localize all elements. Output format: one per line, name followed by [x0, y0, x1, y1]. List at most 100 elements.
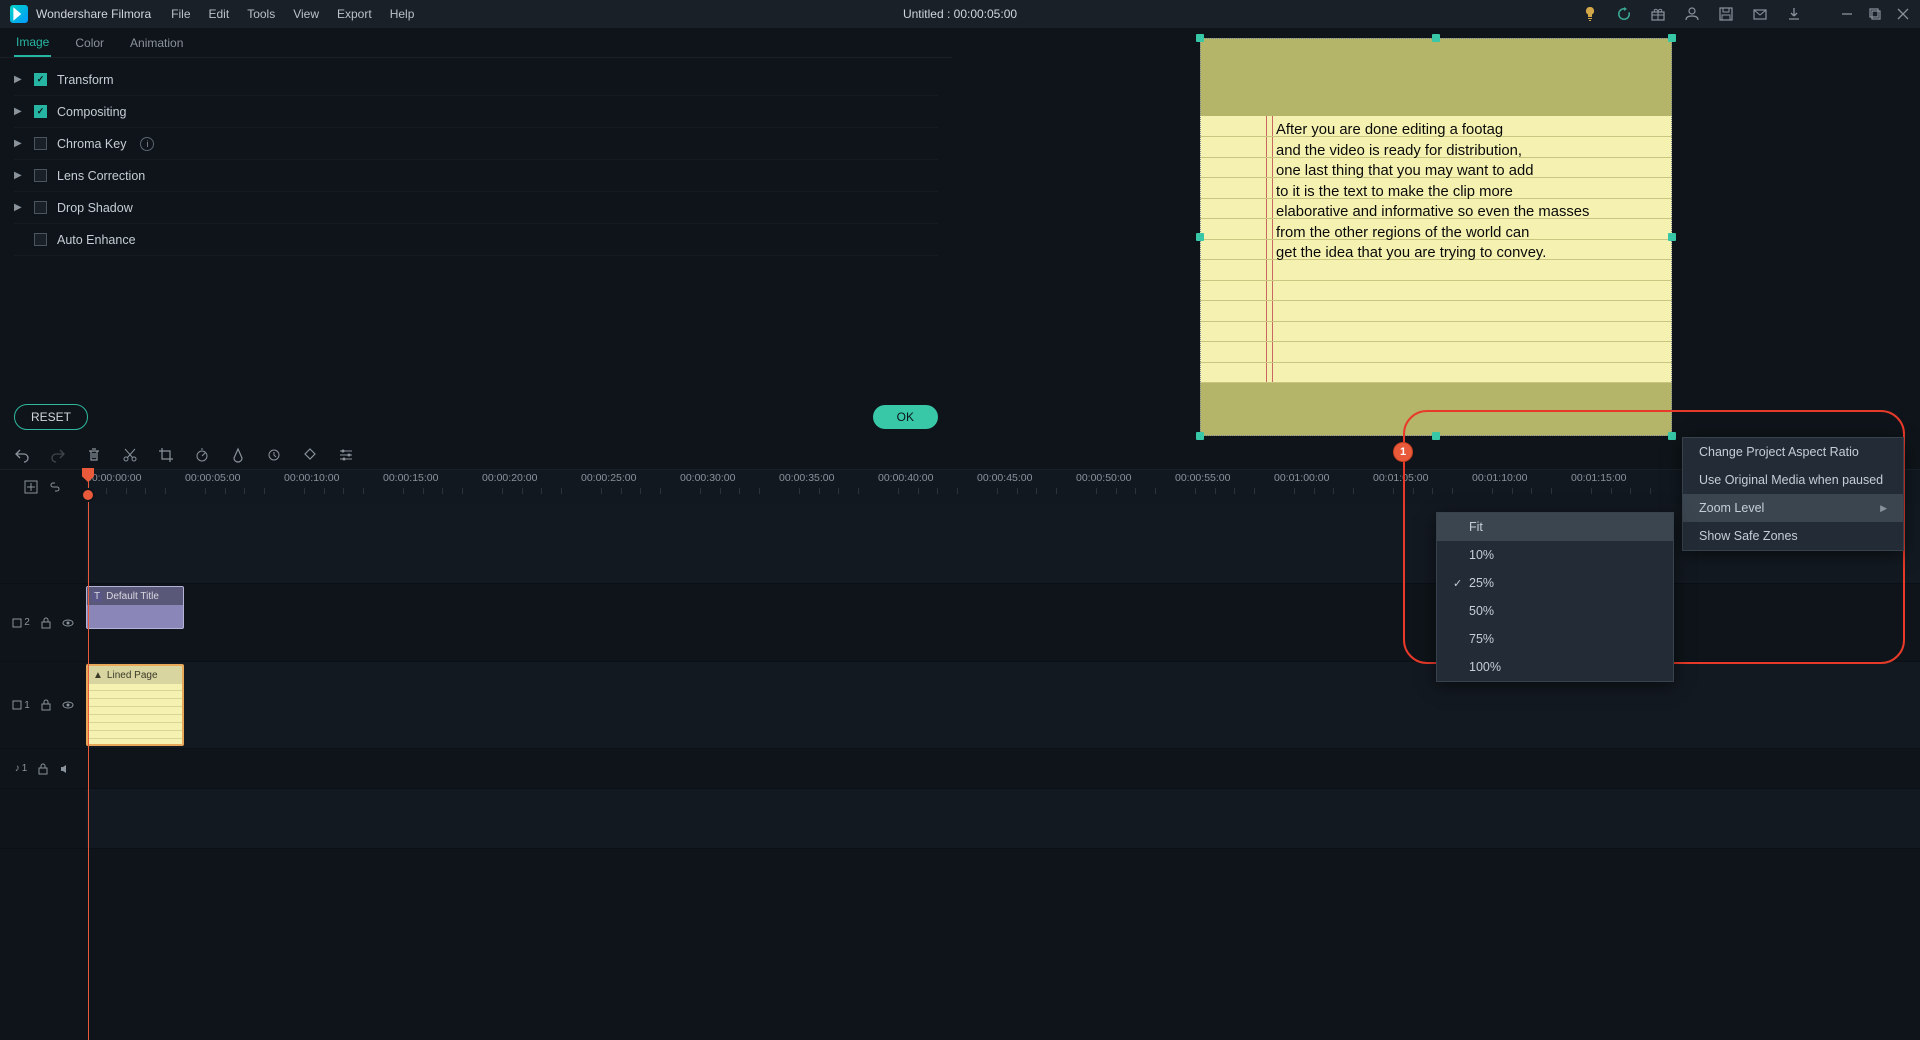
ctx-label: 25%: [1469, 576, 1494, 590]
resize-handle[interactable]: [1196, 432, 1204, 440]
timeline-gutter: [0, 470, 86, 504]
delete-icon[interactable]: [86, 447, 102, 463]
checkbox-lens-correction[interactable]: [34, 169, 47, 182]
menu-help[interactable]: Help: [390, 7, 415, 21]
resize-handle[interactable]: [1432, 34, 1440, 42]
property-tabs: Image Color Animation: [0, 28, 952, 58]
menu-edit[interactable]: Edit: [209, 7, 230, 21]
eye-icon[interactable]: [62, 699, 74, 711]
playhead-handle-icon[interactable]: [81, 488, 95, 502]
undo-icon[interactable]: [14, 447, 30, 463]
main-split: Image Color Animation ▶ Transform ▶ Comp…: [0, 28, 1920, 440]
download-icon[interactable]: [1786, 6, 1802, 22]
color-icon[interactable]: [230, 447, 246, 463]
marker-icon[interactable]: [302, 447, 318, 463]
ok-button[interactable]: OK: [873, 405, 938, 429]
menu-export[interactable]: Export: [337, 7, 372, 21]
lock-icon[interactable]: [40, 699, 52, 711]
checkbox-transform[interactable]: [34, 73, 47, 86]
resize-handle[interactable]: [1668, 432, 1676, 440]
resize-handle[interactable]: [1668, 233, 1676, 241]
ctx-zoom-10[interactable]: 10%: [1437, 541, 1673, 569]
property-drop-shadow[interactable]: ▶ Drop Shadow: [14, 192, 938, 224]
track-spacer: [0, 789, 1920, 849]
track-body[interactable]: [86, 749, 1920, 788]
app-logo-icon: [10, 5, 28, 23]
mail-icon[interactable]: [1752, 6, 1768, 22]
resize-handle[interactable]: [1432, 432, 1440, 440]
ctx-safe-zones[interactable]: Show Safe Zones: [1683, 522, 1903, 550]
resize-handle[interactable]: [1196, 233, 1204, 241]
checkbox-drop-shadow[interactable]: [34, 201, 47, 214]
main-menu: File Edit Tools View Export Help: [171, 7, 414, 21]
speaker-icon[interactable]: [59, 763, 71, 775]
ctx-zoom-25[interactable]: ✓25%: [1437, 569, 1673, 597]
property-compositing[interactable]: ▶ Compositing: [14, 96, 938, 128]
chevron-right-icon: ▶: [14, 138, 24, 149]
property-label: Auto Enhance: [57, 233, 136, 247]
eye-icon[interactable]: [62, 617, 74, 629]
property-lens-correction[interactable]: ▶ Lens Correction: [14, 160, 938, 192]
track-body[interactable]: [86, 789, 1920, 848]
preview-area[interactable]: After you are done editing a footag and …: [952, 28, 1920, 446]
close-icon[interactable]: [1896, 7, 1910, 21]
menu-view[interactable]: View: [293, 7, 319, 21]
check-icon: ✓: [1453, 577, 1469, 590]
ctx-label: 10%: [1469, 548, 1494, 562]
ctx-change-aspect[interactable]: Change Project Aspect Ratio: [1683, 438, 1903, 466]
tab-image[interactable]: Image: [14, 29, 51, 57]
clip-title[interactable]: TDefault Title: [86, 586, 184, 629]
track-number: 1: [24, 700, 30, 711]
add-track-icon[interactable]: [24, 480, 38, 494]
ctx-zoom-100[interactable]: 100%: [1437, 653, 1673, 681]
ctx-label: 100%: [1469, 660, 1501, 674]
gift-icon[interactable]: [1650, 6, 1666, 22]
tab-color[interactable]: Color: [73, 30, 106, 56]
info-icon[interactable]: i: [140, 137, 154, 151]
checkbox-chroma-key[interactable]: [34, 137, 47, 150]
speed-icon[interactable]: [194, 447, 210, 463]
clip-image[interactable]: ▲Lined Page: [86, 664, 184, 746]
user-icon[interactable]: [1684, 6, 1700, 22]
lock-icon[interactable]: [40, 617, 52, 629]
menu-tools[interactable]: Tools: [247, 7, 275, 21]
reset-button[interactable]: RESET: [14, 404, 88, 430]
property-transform[interactable]: ▶ Transform: [14, 64, 938, 96]
redo-icon[interactable]: [50, 447, 66, 463]
ctx-zoom-level[interactable]: Zoom Level▶: [1683, 494, 1903, 522]
app-name: Wondershare Filmora: [36, 7, 151, 21]
keyframe-icon[interactable]: [266, 447, 282, 463]
save-icon[interactable]: [1718, 6, 1734, 22]
ctx-zoom-50[interactable]: 50%: [1437, 597, 1673, 625]
context-submenu-zoom: Fit 10% ✓25% 50% 75% 100%: [1436, 512, 1674, 682]
ctx-zoom-fit[interactable]: Fit: [1437, 513, 1673, 541]
chevron-right-icon: ▶: [14, 74, 24, 85]
refresh-icon[interactable]: [1616, 6, 1632, 22]
property-footer: RESET OK: [0, 394, 952, 440]
timeline-ruler[interactable]: 00:00:00:0000:00:05:0000:00:10:0000:00:1…: [86, 470, 1920, 504]
track-number: 2: [24, 617, 30, 628]
tips-icon[interactable]: [1582, 6, 1598, 22]
property-chroma-key[interactable]: ▶ Chroma Key i: [14, 128, 938, 160]
crop-icon[interactable]: [158, 447, 174, 463]
checkbox-auto-enhance[interactable]: [34, 233, 47, 246]
property-auto-enhance[interactable]: ▶ Auto Enhance: [14, 224, 938, 256]
ctx-label: Use Original Media when paused: [1699, 473, 1883, 487]
playhead[interactable]: [88, 470, 89, 1040]
resize-handle[interactable]: [1668, 34, 1676, 42]
clip-label: Lined Page: [107, 670, 158, 681]
minimize-icon[interactable]: [1840, 7, 1854, 21]
tab-animation[interactable]: Animation: [128, 30, 185, 56]
lock-icon[interactable]: [37, 763, 49, 775]
preview-canvas[interactable]: After you are done editing a footag and …: [1200, 38, 1672, 436]
cut-icon[interactable]: [122, 447, 138, 463]
checkbox-compositing[interactable]: [34, 105, 47, 118]
settings-icon[interactable]: [338, 447, 354, 463]
maximize-icon[interactable]: [1868, 7, 1882, 21]
ctx-use-original[interactable]: Use Original Media when paused: [1683, 466, 1903, 494]
ctx-zoom-75[interactable]: 75%: [1437, 625, 1673, 653]
property-label: Chroma Key: [57, 137, 126, 151]
link-icon[interactable]: [48, 480, 62, 494]
menu-file[interactable]: File: [171, 7, 190, 21]
resize-handle[interactable]: [1196, 34, 1204, 42]
